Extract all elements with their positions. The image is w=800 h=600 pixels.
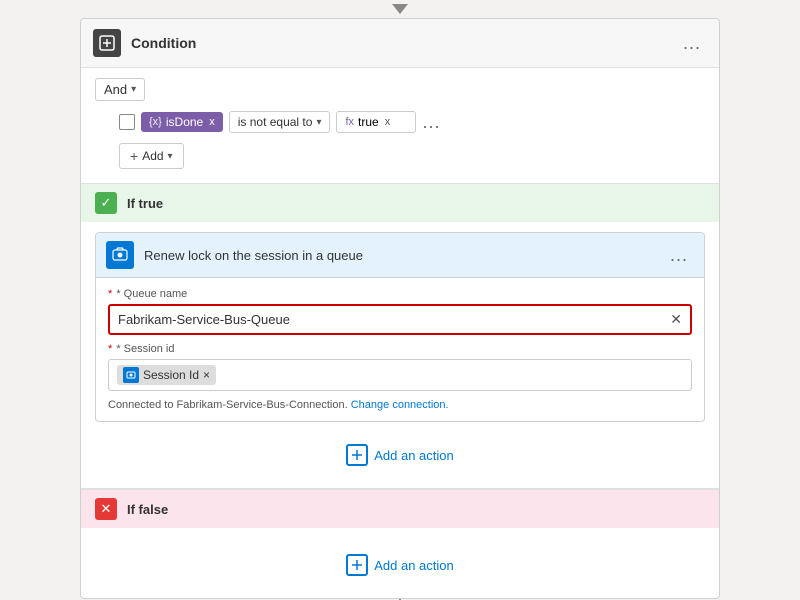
condition-body: And ▾ {x} isDone x is not equal to ▾ [81,68,719,183]
add-label: Add [142,149,163,163]
session-icon [123,367,139,383]
queue-name-clear-icon[interactable]: ✕ [670,311,682,328]
if-true-body: Renew lock on the session in a queue ...… [81,222,719,488]
condition-icon [93,29,121,57]
condition-more-button[interactable]: ... [422,112,440,133]
action-ellipsis-button[interactable]: ... [664,243,694,268]
add-condition-button[interactable]: + Add ▾ [119,143,184,169]
session-tag-close[interactable]: × [203,368,210,382]
value-label: true [358,115,379,129]
tag-brace-icon: {x} [149,116,162,128]
if-false-label: If false [127,502,168,517]
add-action-false-button[interactable]: Add an action [336,550,464,580]
add-action-true-label: Add an action [374,448,454,463]
fx-icon: fx [345,116,354,128]
if-true-icon: ✓ [95,192,117,214]
add-action-true-button[interactable]: Add an action [336,440,464,470]
x-icon: ✕ [101,501,112,517]
and-dropdown[interactable]: And ▾ [95,78,145,101]
action-body: * * Queue name Fabrikam-Service-Bus-Queu… [96,278,704,421]
add-action-true-row: Add an action [95,432,705,478]
action-icon [106,241,134,269]
arrow-down-icon [392,4,408,14]
session-tag-label: Session Id [143,368,199,382]
is-done-tag: {x} isDone x [141,112,223,132]
if-false-section: ✕ If false Add an action [81,488,719,598]
add-action-false-row: Add an action [95,542,705,588]
and-label: And [104,82,127,97]
condition-ellipsis-button[interactable]: ... [677,31,707,56]
session-tag: Session Id × [117,365,216,385]
operator-label: is not equal to [238,115,313,129]
add-chevron-icon: ▾ [168,151,173,162]
change-connection-link[interactable]: Change connection. [351,399,449,411]
action-title: Renew lock on the session in a queue [144,248,654,263]
condition-title: Condition [131,35,667,51]
add-row: + Add ▾ [119,143,705,169]
value-close-button[interactable]: x [385,116,391,128]
checkmark-icon: ✓ [101,195,112,211]
and-row: And ▾ [95,78,705,101]
condition-card: Condition ... And ▾ {x} isDone x [80,18,720,599]
condition-row: {x} isDone x is not equal to ▾ fx true x… [119,111,705,133]
if-false-header: ✕ If false [81,489,719,528]
if-false-icon: ✕ [95,498,117,520]
queue-name-input[interactable]: Fabrikam-Service-Bus-Queue ✕ [108,304,692,335]
tag-label: isDone [166,115,203,129]
session-id-input[interactable]: Session Id × [108,359,692,391]
value-pill: fx true x [336,111,416,133]
plus-icon: + [130,148,138,164]
required-asterisk: * [108,288,112,300]
add-action-false-icon [346,554,368,576]
condition-header: Condition ... [81,19,719,68]
if-false-body: Add an action [81,528,719,598]
connection-info: Connected to Fabrikam-Service-Bus-Connec… [108,399,692,411]
top-arrow [0,0,800,14]
action-card: Renew lock on the session in a queue ...… [95,232,705,422]
connection-text: Connected to Fabrikam-Service-Bus-Connec… [108,399,348,411]
operator-select[interactable]: is not equal to ▾ [229,111,331,133]
session-id-label: * * Session id [108,343,692,355]
if-true-header: ✓ If true [81,184,719,222]
operator-chevron-icon: ▾ [316,117,321,128]
queue-name-value: Fabrikam-Service-Bus-Queue [118,312,290,327]
condition-checkbox[interactable] [119,114,135,130]
required-asterisk-2: * [108,343,112,355]
action-header: Renew lock on the session in a queue ... [96,233,704,278]
if-true-section: ✓ If true Renew lock [81,183,719,488]
queue-name-label: * * Queue name [108,288,692,300]
add-action-false-label: Add an action [374,558,454,573]
tag-close-button[interactable]: x [209,116,215,128]
chevron-down-icon: ▾ [131,84,136,95]
if-true-label: If true [127,196,163,211]
add-action-true-icon [346,444,368,466]
